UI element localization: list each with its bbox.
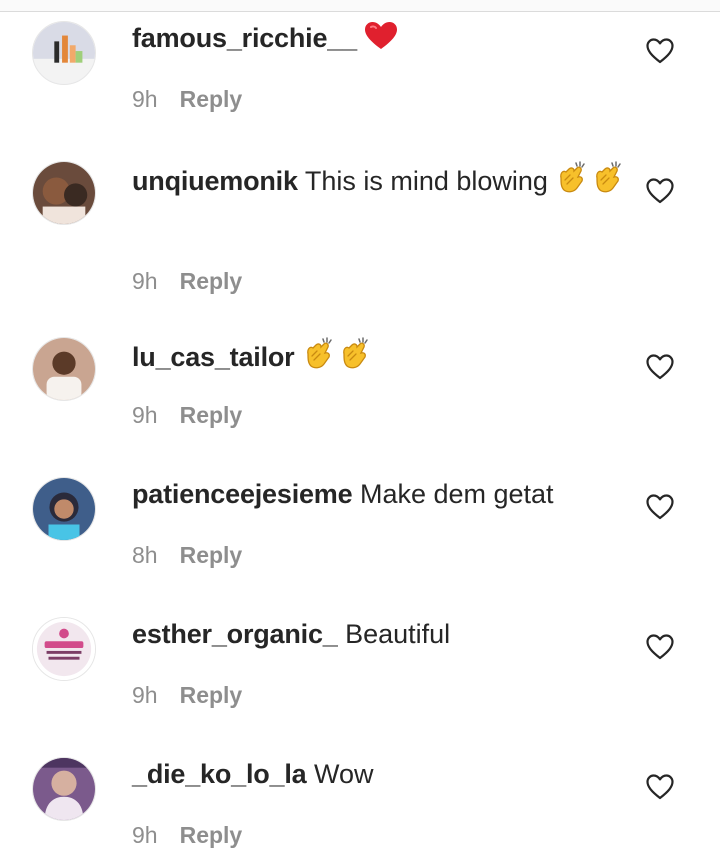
reply-button[interactable]: Reply [180,268,243,294]
comment-item: lu_cas_tailor 9h Reply [0,316,720,456]
clapping-hands-emoji [338,336,370,379]
comment-body: unqiuemonik This is mind blowing [132,160,632,203]
reply-button[interactable]: Reply [180,682,243,708]
comment-body: famous_ricchie__ [132,20,632,60]
comment-item: unqiuemonik This is mind blowing 9h Reply [0,140,720,294]
comment-item: famous_ricchie__ 9h Reply [0,0,720,140]
comment-text: Wow [314,759,374,789]
timestamp: 9h [132,86,158,112]
comment-meta: 9h Reply [132,400,242,430]
comment-meta: 9h Reply [132,820,242,850]
avatar[interactable] [32,21,96,85]
heart-outline-icon[interactable] [646,354,674,380]
reply-button[interactable]: Reply [180,542,243,568]
timestamp: 9h [132,682,158,708]
comment-body: _die_ko_lo_la Wow [132,756,632,792]
username[interactable]: famous_ricchie__ [132,23,357,53]
username[interactable]: unqiuemonik [132,166,298,196]
heart-outline-icon[interactable] [646,178,674,204]
timestamp: 9h [132,402,158,428]
username[interactable]: _die_ko_lo_la [132,759,307,789]
avatar[interactable] [32,477,96,541]
timestamp: 8h [132,542,158,568]
comments-screen: famous_ricchie__ 9h Reply unqiuemonik This… [0,0,720,866]
avatar[interactable] [32,757,96,821]
avatar[interactable] [32,337,96,401]
comment-text: This is mind blowing [304,166,548,196]
comment-text: Make dem getat [359,479,554,509]
username[interactable]: esther_organic_ [132,619,338,649]
comment-item: patienceejesieme Make dem getat 8h Reply [0,456,720,596]
red-heart-emoji [364,21,398,60]
clapping-hands-emoji [591,160,623,203]
comment-meta: 9h Reply [132,266,242,296]
reply-button[interactable]: Reply [180,86,243,112]
timestamp: 9h [132,268,158,294]
comment-meta: 8h Reply [132,540,242,570]
avatar[interactable] [32,617,96,681]
comment-body: patienceejesieme Make dem getat [132,476,632,512]
heart-outline-icon[interactable] [646,38,674,64]
comment-item: esther_organic_ Beautiful 9h Reply [0,596,720,736]
comment-body: lu_cas_tailor [132,336,632,379]
heart-outline-icon[interactable] [646,634,674,660]
comment-body: esther_organic_ Beautiful [132,616,632,652]
username[interactable]: patienceejesieme [132,479,353,509]
comment-meta: 9h Reply [132,680,242,710]
comment-item: _die_ko_lo_la Wow 9h Reply [0,736,720,866]
reply-button[interactable]: Reply [180,822,243,848]
avatar[interactable] [32,161,96,225]
heart-outline-icon[interactable] [646,774,674,800]
reply-button[interactable]: Reply [180,402,243,428]
comment-text: Beautiful [345,619,451,649]
username[interactable]: lu_cas_tailor [132,342,295,372]
comment-meta: 9h Reply [132,84,242,114]
heart-outline-icon[interactable] [646,494,674,520]
timestamp: 9h [132,822,158,848]
clapping-hands-emoji [555,160,587,203]
clapping-hands-emoji [302,336,334,379]
